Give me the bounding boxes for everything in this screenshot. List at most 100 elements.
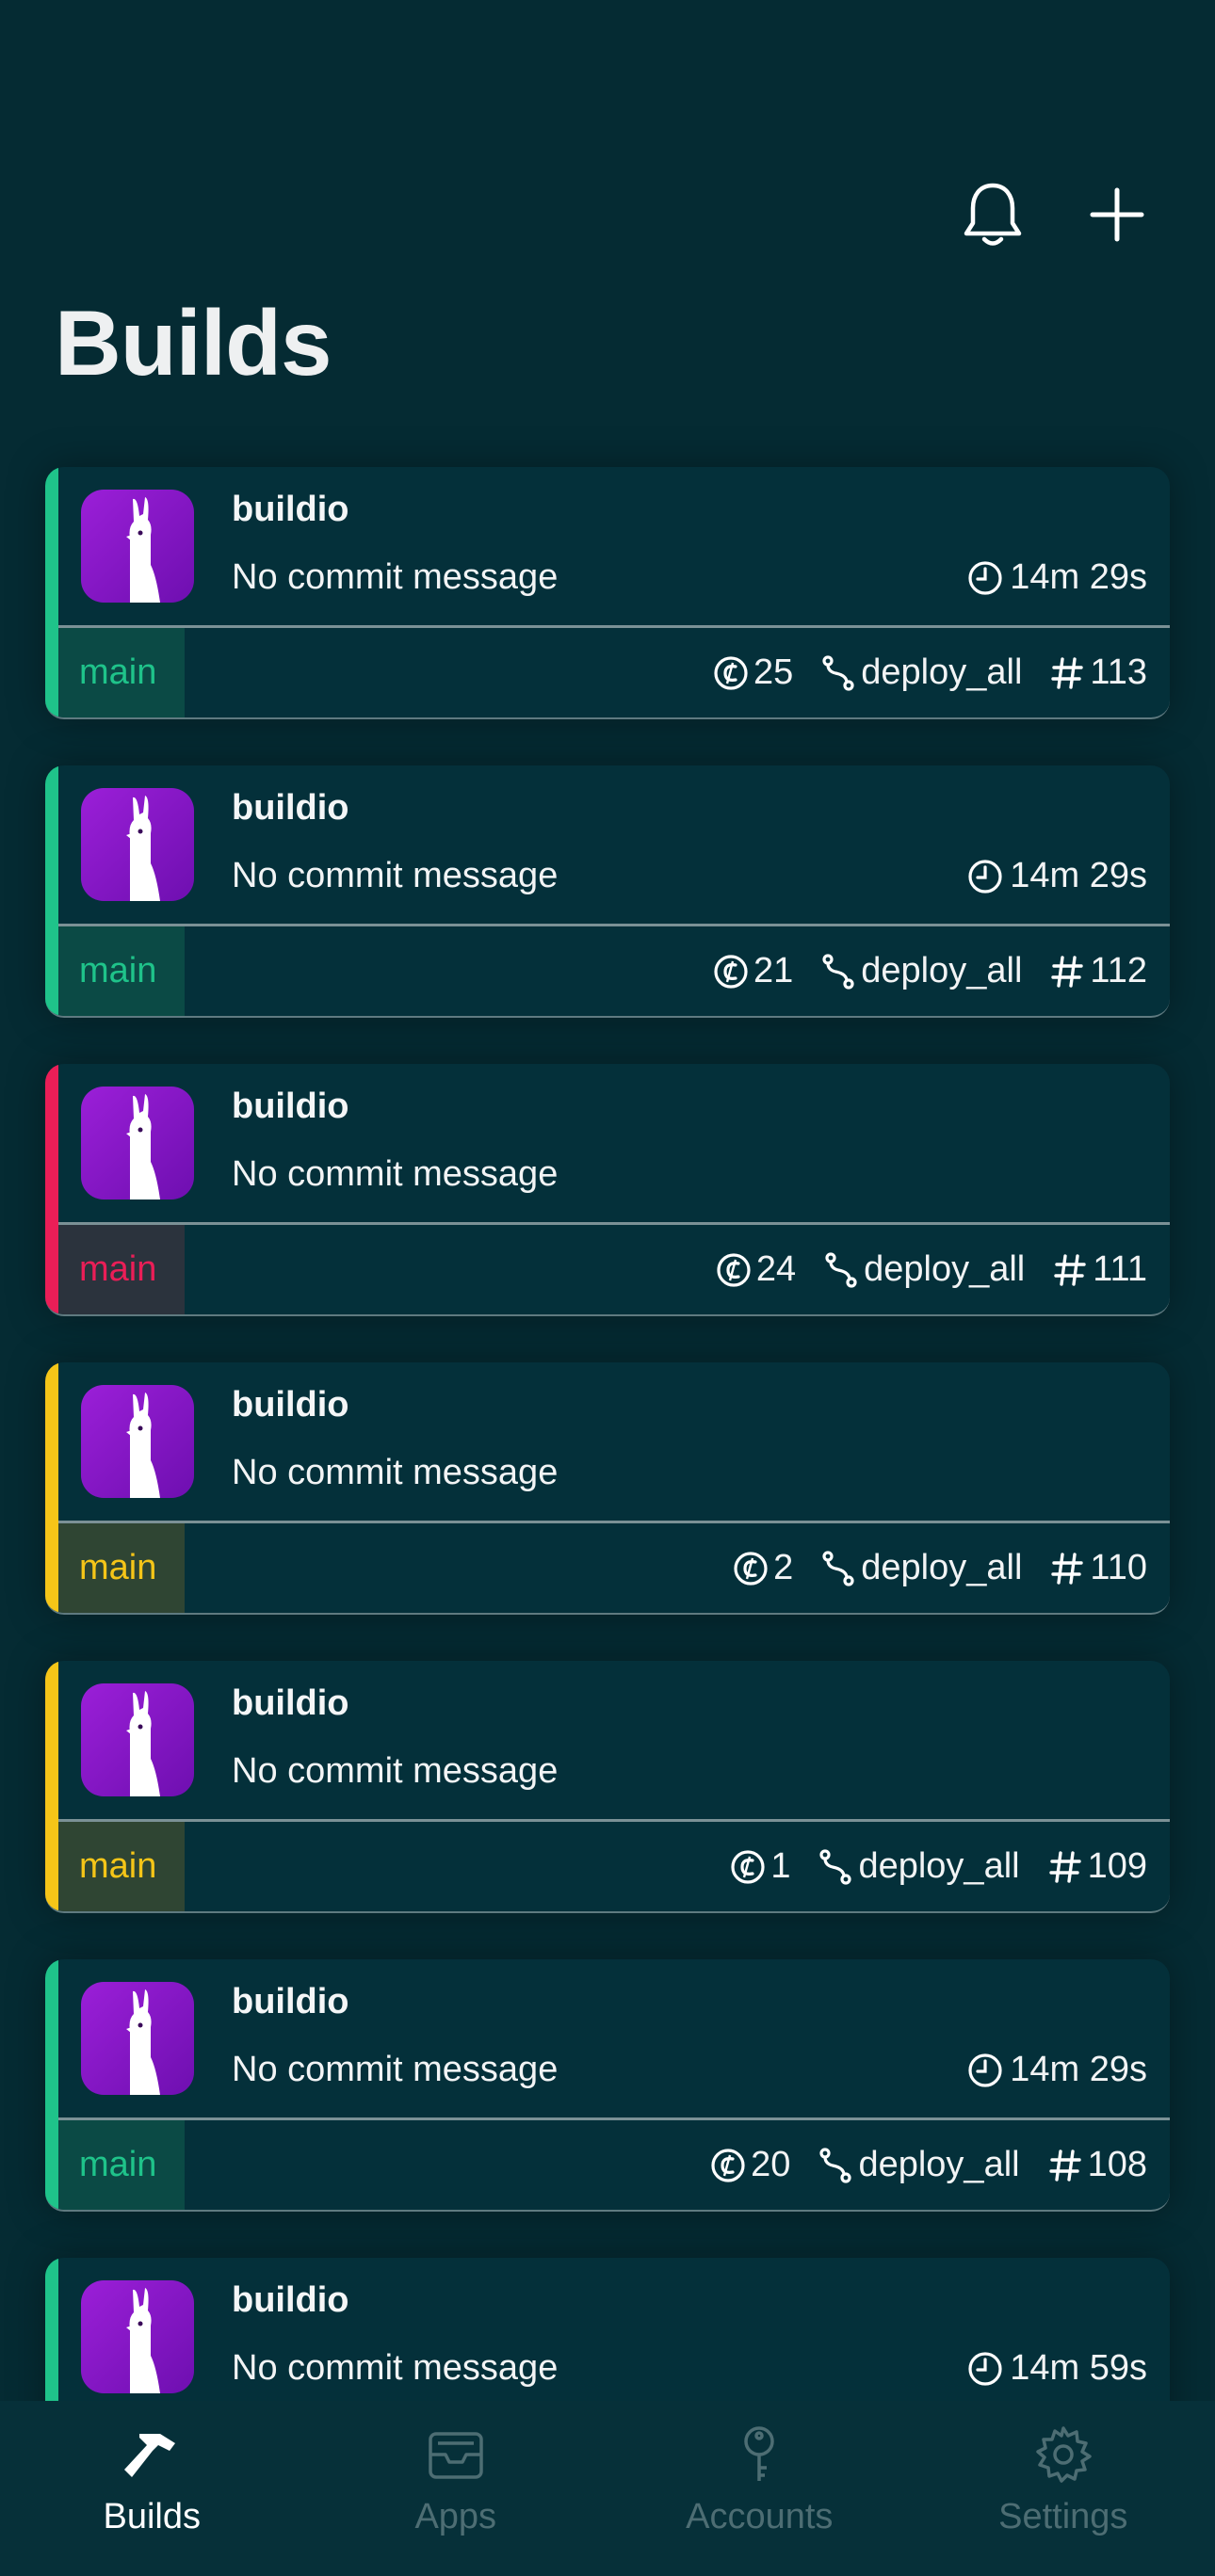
gear-icon xyxy=(1033,2422,1094,2487)
build-meta: 1 deploy_all 109 xyxy=(729,1822,1147,1911)
build-card-footer: main 25 deploy_all 113 xyxy=(58,628,1170,717)
build-number-value: 108 xyxy=(1087,2145,1147,2184)
screen: Builds buildio No commit message 14m 29s… xyxy=(0,0,1215,2576)
tab-accounts[interactable]: Accounts xyxy=(608,2401,912,2576)
status-stripe xyxy=(45,467,58,717)
build-number-value: 109 xyxy=(1087,1846,1147,1886)
build-card-footer: main 1 deploy_all 109 xyxy=(58,1822,1170,1911)
app-llama-icon xyxy=(81,1087,194,1199)
build-card-header: buildio No commit message xyxy=(58,1362,1170,1522)
workflow: deploy_all xyxy=(819,652,1022,693)
credits: 1 xyxy=(729,1846,790,1887)
key-icon xyxy=(736,2422,783,2487)
build-card-header: buildio No commit message 14m 29s xyxy=(58,765,1170,926)
app-name: buildio xyxy=(232,1087,349,1126)
build-duration: 14m 29s xyxy=(966,2050,1147,2090)
app-llama-icon xyxy=(81,788,194,901)
workflow-name: deploy_all xyxy=(858,1846,1020,1886)
workflow-name: deploy_all xyxy=(861,652,1023,692)
clock-icon xyxy=(966,2350,1004,2388)
credits: 24 xyxy=(715,1249,796,1290)
credits-value: 2 xyxy=(773,1548,794,1587)
build-number: 112 xyxy=(1048,951,1147,991)
build-card-footer: main 24 deploy_all 111 xyxy=(58,1225,1170,1314)
build-meta: 21 deploy_all 112 xyxy=(712,926,1147,1016)
workflow-icon xyxy=(819,1550,857,1587)
duration-text: 14m 29s xyxy=(1010,856,1147,895)
build-meta: 24 deploy_all 111 xyxy=(715,1225,1147,1314)
tab-label: Settings xyxy=(998,2497,1128,2536)
workflow-icon xyxy=(817,1848,854,1886)
build-list: buildio No commit message 14m 29s main 2… xyxy=(45,467,1170,2556)
tab-builds[interactable]: Builds xyxy=(0,2401,304,2576)
app-name: buildio xyxy=(232,1385,349,1425)
app-llama-icon xyxy=(81,1385,194,1498)
credits-value: 20 xyxy=(751,2145,791,2184)
clock-icon xyxy=(966,858,1004,895)
credits: 25 xyxy=(712,652,793,693)
build-card[interactable]: buildio No commit message main 24 deploy_… xyxy=(45,1064,1170,1316)
workflow-icon xyxy=(819,654,857,692)
commit-message: No commit message xyxy=(232,1751,559,1791)
hash-icon xyxy=(1048,1550,1086,1587)
workflow-icon xyxy=(817,2147,854,2184)
build-card[interactable]: buildio No commit message 14m 29s main 2… xyxy=(45,765,1170,1018)
workflow-name: deploy_all xyxy=(861,951,1023,990)
tab-label: Apps xyxy=(414,2497,497,2536)
status-stripe xyxy=(45,1064,58,1314)
branch-badge: main xyxy=(58,1523,185,1613)
build-number-value: 113 xyxy=(1090,652,1147,692)
status-stripe xyxy=(45,1362,58,1613)
branch-badge: main xyxy=(58,1822,185,1911)
build-duration: 14m 59s xyxy=(966,2348,1147,2389)
app-name: buildio xyxy=(232,1982,349,2021)
build-number-value: 112 xyxy=(1090,951,1147,990)
hammer-icon xyxy=(121,2422,183,2487)
clock-icon xyxy=(966,559,1004,597)
plus-icon[interactable] xyxy=(1083,177,1151,252)
page-title: Builds xyxy=(55,291,332,394)
credits-value: 1 xyxy=(770,1846,791,1886)
build-card-header: buildio No commit message xyxy=(58,1064,1170,1224)
workflow: deploy_all xyxy=(819,951,1022,991)
workflow-name: deploy_all xyxy=(864,1249,1026,1289)
build-number: 109 xyxy=(1046,1846,1147,1887)
build-card[interactable]: buildio No commit message 14m 29s main 2… xyxy=(45,1959,1170,2212)
tab-settings[interactable]: Settings xyxy=(912,2401,1215,2576)
bell-icon[interactable] xyxy=(959,177,1027,252)
build-card-header: buildio No commit message xyxy=(58,1661,1170,1821)
workflow: deploy_all xyxy=(817,2145,1020,2185)
commit-message: No commit message xyxy=(232,1453,559,1492)
build-card[interactable]: buildio No commit message main 1 deploy_a… xyxy=(45,1661,1170,1913)
commit-message: No commit message xyxy=(232,2348,559,2388)
build-meta: 25 deploy_all 113 xyxy=(712,628,1147,717)
status-stripe xyxy=(45,1661,58,1911)
credit-icon xyxy=(715,1251,753,1289)
app-name: buildio xyxy=(232,2280,349,2320)
credit-icon xyxy=(712,654,750,692)
credit-icon xyxy=(709,2147,747,2184)
commit-message: No commit message xyxy=(232,1154,559,1194)
inbox-icon xyxy=(425,2422,487,2487)
workflow-name: deploy_all xyxy=(861,1548,1023,1587)
build-card[interactable]: buildio No commit message main 2 deploy_a… xyxy=(45,1362,1170,1615)
status-stripe xyxy=(45,1959,58,2210)
hash-icon xyxy=(1048,953,1086,990)
tab-label: Accounts xyxy=(686,2497,834,2536)
app-llama-icon xyxy=(81,1683,194,1796)
branch-badge: main xyxy=(58,926,185,1016)
workflow: deploy_all xyxy=(819,1548,1022,1588)
workflow-name: deploy_all xyxy=(858,2145,1020,2184)
build-meta: 20 deploy_all 108 xyxy=(709,2120,1147,2210)
build-number: 110 xyxy=(1048,1548,1147,1588)
credits-value: 21 xyxy=(753,951,794,990)
credits-value: 25 xyxy=(753,652,794,692)
tab-label: Builds xyxy=(103,2497,202,2536)
build-number: 108 xyxy=(1046,2145,1147,2185)
header-actions xyxy=(959,177,1151,252)
app-name: buildio xyxy=(232,490,349,529)
clock-icon xyxy=(966,2052,1004,2089)
build-card[interactable]: buildio No commit message 14m 29s main 2… xyxy=(45,467,1170,719)
branch-badge: main xyxy=(58,2120,185,2210)
tab-apps[interactable]: Apps xyxy=(304,2401,608,2576)
